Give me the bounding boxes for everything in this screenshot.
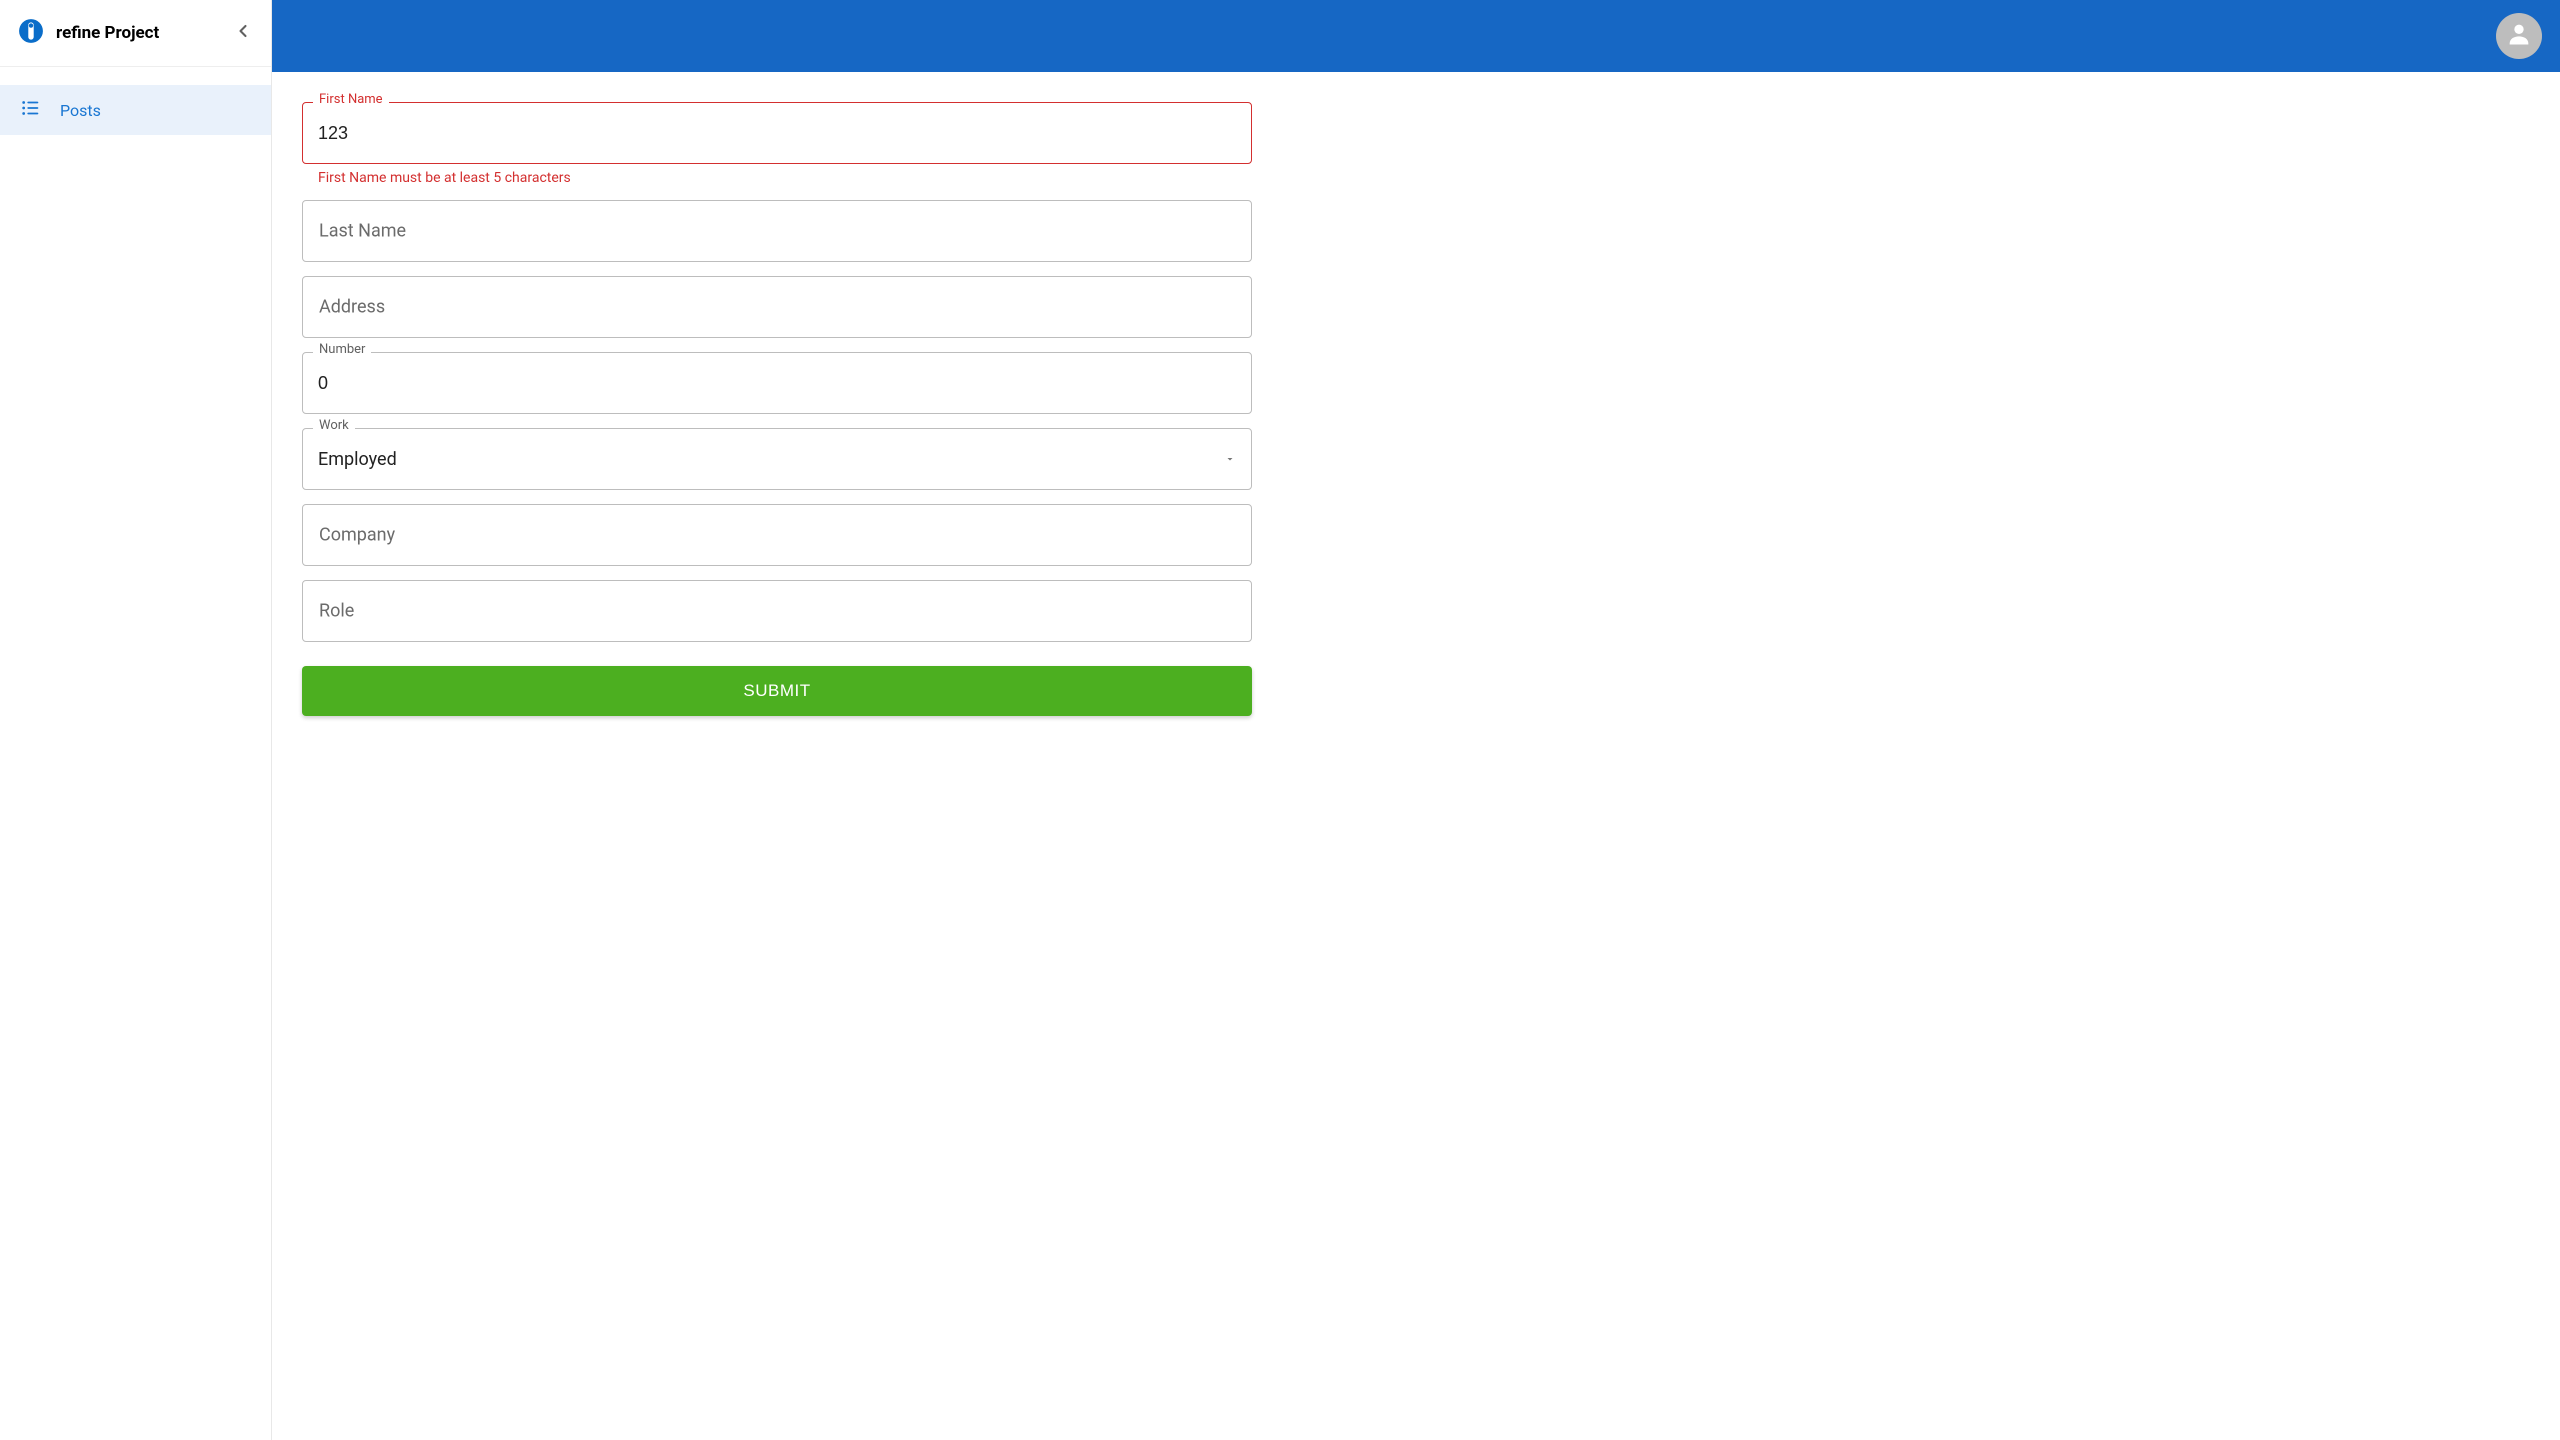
chevron-down-icon — [1224, 453, 1236, 465]
first-name-field: First Name First Name must be at least 5… — [302, 102, 1252, 186]
work-label: Work — [313, 419, 355, 432]
person-icon — [2505, 20, 2533, 52]
form-content: First Name First Name must be at least 5… — [272, 72, 1282, 746]
work-value: Employed — [318, 449, 1224, 470]
first-name-label: First Name — [313, 93, 389, 106]
first-name-input[interactable] — [318, 123, 1236, 144]
company-field: Company — [302, 504, 1252, 566]
main: First Name First Name must be at least 5… — [272, 0, 2560, 1440]
last-name-input[interactable] — [318, 221, 1236, 242]
work-field: Work Employed — [302, 428, 1252, 490]
company-input[interactable] — [318, 525, 1236, 546]
last-name-field: Last Name — [302, 200, 1252, 262]
brand[interactable]: refine Project — [18, 18, 159, 48]
sidebar-header: refine Project — [0, 0, 271, 67]
sidebar-item-posts[interactable]: Posts — [0, 85, 271, 135]
sidebar: refine Project Posts — [0, 0, 272, 1440]
role-input[interactable] — [318, 601, 1236, 622]
address-input[interactable] — [318, 297, 1236, 318]
role-field: Role — [302, 580, 1252, 642]
brand-title: refine Project — [56, 23, 159, 43]
number-input[interactable] — [318, 373, 1236, 394]
sidebar-nav: Posts — [0, 67, 271, 135]
number-field: Number — [302, 352, 1252, 414]
avatar[interactable] — [2496, 13, 2542, 59]
chevron-left-icon — [233, 21, 253, 45]
work-select[interactable]: Work Employed — [302, 428, 1252, 490]
number-label: Number — [313, 343, 371, 356]
sidebar-item-label: Posts — [60, 101, 101, 120]
refine-logo-icon — [18, 18, 44, 48]
submit-button[interactable]: SUBMIT — [302, 666, 1252, 716]
topbar — [272, 0, 2560, 72]
collapse-sidebar-button[interactable] — [229, 19, 257, 47]
first-name-error: First Name must be at least 5 characters — [318, 170, 1252, 186]
address-field: Address — [302, 276, 1252, 338]
list-icon — [20, 97, 42, 123]
